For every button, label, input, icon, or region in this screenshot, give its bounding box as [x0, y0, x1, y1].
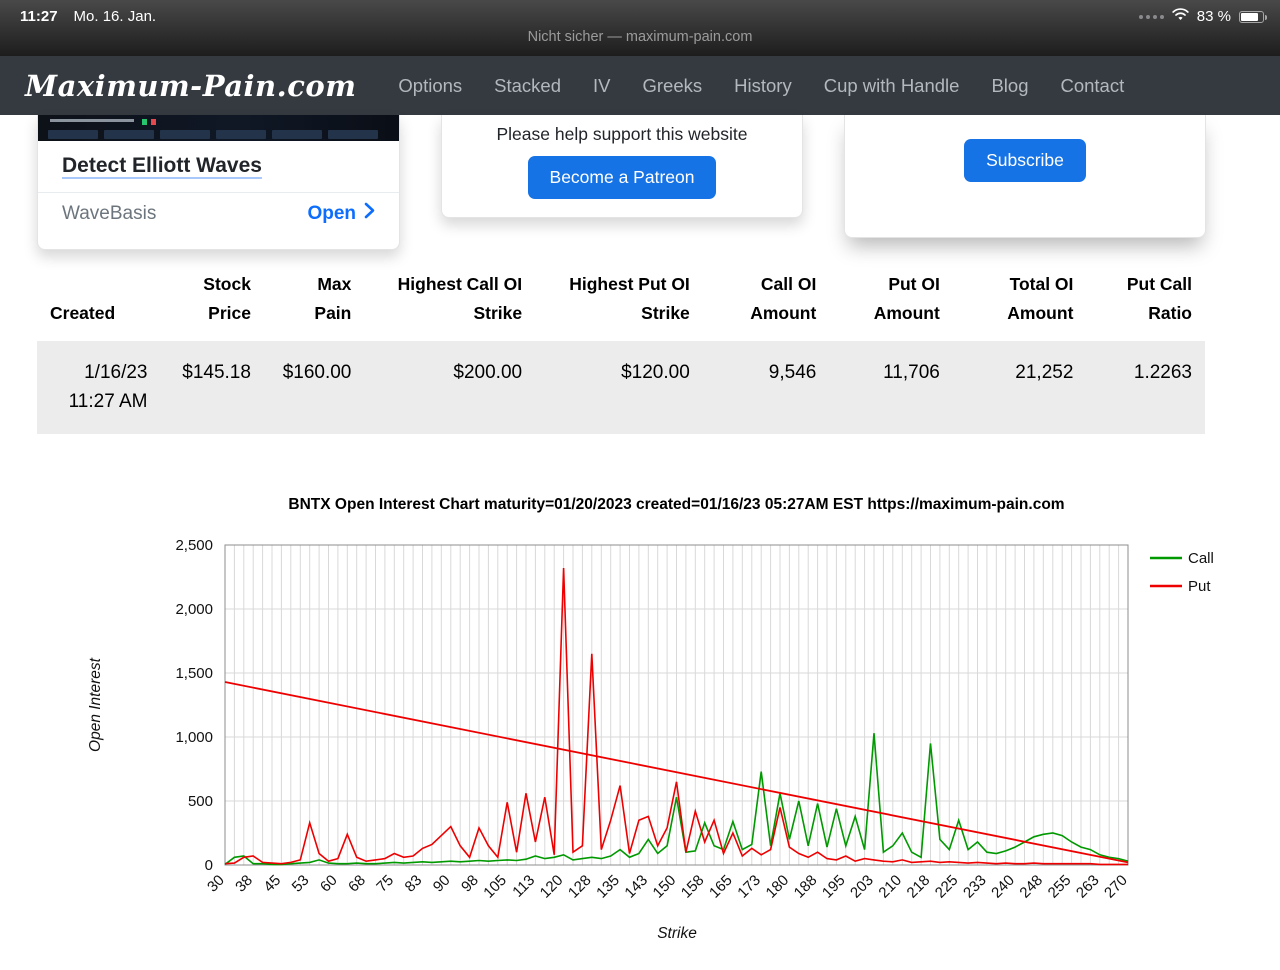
svg-text:240: 240 [988, 871, 1018, 901]
svg-text:Open Interest: Open Interest [87, 657, 104, 752]
cell-put-call-ratio: 1.2263 [1133, 361, 1192, 383]
nav-item-blog[interactable]: Blog [975, 75, 1044, 97]
svg-text:2,500: 2,500 [175, 537, 213, 554]
nav-item-options[interactable]: Options [382, 75, 478, 97]
nav-item-history[interactable]: History [718, 75, 808, 97]
svg-text:248: 248 [1016, 871, 1046, 901]
svg-text:128: 128 [565, 871, 595, 901]
become-patreon-button[interactable]: Become a Patreon [527, 156, 717, 199]
elliott-waves-title-link[interactable]: Detect Elliott Waves [62, 154, 262, 177]
col-header-put-call-ratio: Put Call Ratio [1126, 274, 1192, 323]
svg-text:195: 195 [819, 871, 849, 901]
svg-text:38: 38 [232, 871, 256, 895]
svg-text:203: 203 [847, 871, 877, 901]
svg-text:90: 90 [430, 871, 454, 895]
svg-text:143: 143 [621, 871, 651, 901]
chevron-right-icon [364, 202, 375, 225]
patreon-card: Please help support this website Become … [441, 115, 803, 218]
table-row: 1/16/23 11:27 AM $145.18 $160.00 $200.00 … [37, 340, 1205, 434]
svg-text:135: 135 [593, 871, 623, 901]
wavebasis-thumbnail[interactable] [38, 115, 399, 141]
svg-text:113: 113 [509, 871, 538, 900]
col-header-max-pain: Max Pain [314, 274, 352, 323]
col-header-stock-price: Stock Price [203, 274, 251, 323]
svg-text:158: 158 [678, 871, 708, 901]
svg-text:98: 98 [458, 871, 482, 895]
cell-total-oi-amount: 21,252 [1015, 361, 1074, 383]
svg-text:2,000: 2,000 [175, 601, 213, 618]
svg-text:1,500: 1,500 [175, 665, 213, 682]
status-time: 11:27 [20, 8, 58, 25]
status-bar: 11:27 Mo. 16. Jan. 83 % [0, 0, 1280, 30]
svg-text:0: 0 [205, 857, 213, 874]
cellular-signal-icon [1138, 14, 1164, 19]
svg-text:1,000: 1,000 [175, 729, 213, 746]
svg-text:105: 105 [480, 871, 510, 901]
svg-text:173: 173 [734, 871, 764, 901]
svg-text:45: 45 [260, 871, 284, 895]
svg-text:120: 120 [537, 871, 567, 901]
col-header-total-oi-amount: Total OI Amount [1007, 274, 1074, 323]
svg-text:263: 263 [1073, 871, 1103, 901]
svg-text:500: 500 [188, 793, 213, 810]
subscribe-button[interactable]: Subscribe [964, 139, 1086, 182]
svg-text:270: 270 [1101, 871, 1131, 901]
svg-text:75: 75 [373, 871, 397, 895]
wifi-icon [1172, 8, 1189, 25]
cell-max-pain: $160.00 [282, 361, 352, 383]
open-interest-chart: 0 500 1,000 1,500 2,000 2,500 30 38 45 53 60 68 75 83… [0, 520, 1280, 965]
nav-item-greeks[interactable]: Greeks [627, 75, 719, 97]
col-header-highest-call-oi-strike: Highest Call OI Strike [397, 274, 523, 323]
svg-text:233: 233 [960, 871, 990, 901]
wavebasis-label: WaveBasis [62, 202, 157, 224]
max-pain-summary-table: Created Stock Price Max Pain Highest Call … [37, 264, 1205, 434]
subscribe-card: Subscribe [844, 115, 1206, 238]
svg-text:210: 210 [875, 871, 905, 901]
site-logo[interactable]: Maximum-Pain.com [25, 69, 356, 103]
svg-text:Put: Put [1188, 578, 1211, 595]
svg-text:225: 225 [932, 871, 962, 901]
elliott-waves-card: Detect Elliott Waves WaveBasis Open [37, 115, 400, 250]
safari-url-bar[interactable]: Nicht sicher — maximum-pain.com [0, 29, 1280, 45]
svg-text:188: 188 [791, 871, 821, 901]
svg-text:53: 53 [289, 871, 313, 895]
cell-highest-call-oi-strike: $200.00 [453, 361, 523, 383]
patreon-message: Please help support this website [496, 124, 748, 144]
cell-highest-put-oi-strike: $120.00 [621, 361, 690, 383]
svg-text:218: 218 [904, 871, 934, 901]
svg-text:60: 60 [317, 871, 341, 895]
status-date: Mo. 16. Jan. [73, 8, 157, 25]
svg-text:150: 150 [650, 871, 680, 901]
col-header-created: Created [50, 302, 116, 323]
battery-percent: 83 % [1196, 8, 1231, 25]
cell-call-oi-amount: 9,546 [768, 361, 817, 383]
cell-put-oi-amount: 11,706 [883, 361, 940, 383]
svg-text:180: 180 [763, 871, 793, 901]
svg-text:68: 68 [345, 871, 369, 895]
svg-text:165: 165 [706, 871, 736, 901]
open-link-label: Open [307, 202, 356, 224]
nav-item-stacked[interactable]: Stacked [478, 75, 577, 97]
promo-cards-row: Detect Elliott Waves WaveBasis Open Plea… [0, 115, 1280, 250]
svg-text:30: 30 [204, 871, 228, 895]
battery-icon [1239, 10, 1267, 23]
cell-stock-price: $145.18 [182, 361, 251, 383]
svg-text:83: 83 [402, 871, 426, 895]
table-header-row: Created Stock Price Max Pain Highest Call … [37, 264, 1205, 341]
col-header-highest-put-oi-strike: Highest Put OI Strike [569, 274, 690, 323]
nav-item-cup-with-handle[interactable]: Cup with Handle [808, 75, 976, 97]
main-nav: Maximum-Pain.com Options Stacked IV Gree… [0, 56, 1280, 115]
svg-text:Call: Call [1188, 550, 1214, 567]
svg-text:255: 255 [1045, 871, 1075, 901]
col-header-call-oi-amount: Call OI Amount [750, 274, 817, 323]
open-link[interactable]: Open [307, 202, 375, 225]
nav-item-contact[interactable]: Contact [1044, 75, 1140, 97]
cell-created: 1/16/23 11:27 AM [68, 361, 148, 413]
svg-text:Strike: Strike [657, 925, 697, 942]
chart-title: BNTX Open Interest Chart maturity=01/20/… [288, 495, 1065, 513]
nav-item-iv[interactable]: IV [577, 75, 626, 97]
col-header-put-oi-amount: Put OI Amount [873, 274, 940, 323]
ios-top-chrome: 11:27 Mo. 16. Jan. 83 % Nicht sicher — m… [0, 0, 1280, 56]
open-interest-chart-section: BNTX Open Interest Chart maturity=01/20/… [0, 496, 1280, 965]
